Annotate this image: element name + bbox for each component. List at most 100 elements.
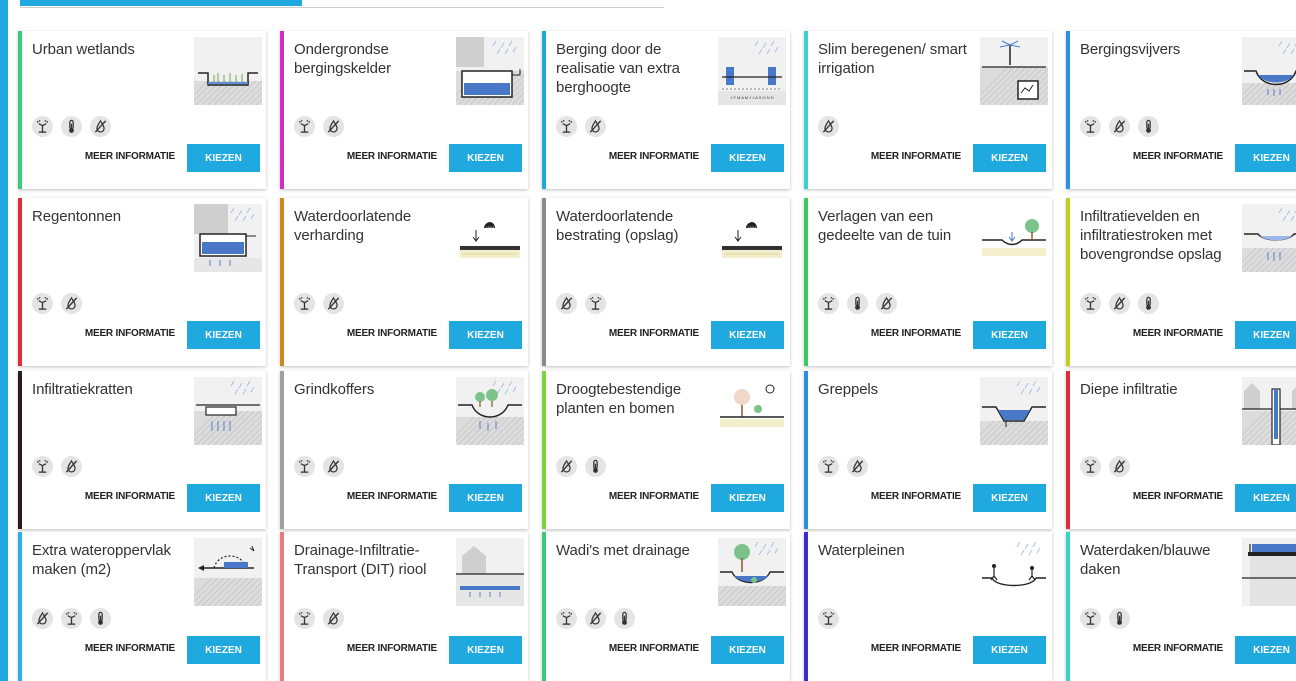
kiezen-button[interactable]: KIEZEN	[187, 144, 260, 172]
effect-icons	[818, 456, 868, 477]
card-title: Verlagen van een gedeelte van de tuin	[818, 208, 952, 244]
pond-illustration	[1242, 37, 1296, 105]
kiezen-button[interactable]: KIEZEN	[973, 321, 1046, 349]
kiezen-button[interactable]: KIEZEN	[973, 484, 1046, 512]
measure-card[interactable]: Extra wateroppervlak maken (m2) MEER INFO…	[18, 532, 266, 681]
kiezen-button[interactable]: KIEZEN	[711, 321, 784, 349]
measure-card[interactable]: Waterdaken/blauwe daken MEER INFORMATIE KI…	[1066, 532, 1296, 681]
measure-card[interactable]: Grindkoffers MEER INFORMATIE KIEZEN	[280, 371, 528, 529]
kiezen-button[interactable]: KIEZEN	[449, 636, 522, 664]
meer-informatie-link[interactable]: MEER INFORMATIE	[871, 151, 961, 162]
kiezen-button[interactable]: KIEZEN	[449, 321, 522, 349]
berghoogte-illustration: J F M A M J J A S O N D	[718, 37, 786, 105]
card-title: Regentonnen	[32, 208, 121, 225]
kiezen-button[interactable]: KIEZEN	[187, 321, 260, 349]
no-drought-icon	[323, 456, 344, 477]
measure-card[interactable]: Greppels MEER INFORMATIE KIEZEN	[804, 371, 1052, 529]
effect-icons	[556, 293, 606, 314]
sprinkler-icon	[1080, 608, 1101, 629]
measure-card[interactable]: Berging door de realisatie van extra ber…	[542, 31, 790, 189]
kiezen-button[interactable]: KIEZEN	[187, 636, 260, 664]
meer-informatie-link[interactable]: MEER INFORMATIE	[85, 328, 175, 339]
meer-informatie-link[interactable]: MEER INFORMATIE	[85, 151, 175, 162]
meer-informatie-link[interactable]: MEER INFORMATIE	[609, 643, 699, 654]
kiezen-button[interactable]: KIEZEN	[1235, 484, 1296, 512]
gravel-illustration	[456, 377, 524, 445]
measure-card[interactable]: Ondergrondse bergingskelder MEER INFORMAT…	[280, 31, 528, 189]
meer-informatie-link[interactable]: MEER INFORMATIE	[85, 643, 175, 654]
kiezen-button[interactable]: KIEZEN	[1235, 144, 1296, 172]
meer-informatie-link[interactable]: MEER INFORMATIE	[1133, 491, 1223, 502]
deep-infiltration-illustration	[1242, 377, 1296, 445]
tab-bar[interactable]	[20, 0, 664, 8]
card-title: Waterdoorlatende bestrating (opslag)	[556, 208, 679, 244]
measure-card[interactable]: Regentonnen MEER INFORMATIE KIEZEN	[18, 198, 266, 366]
effect-icons	[818, 116, 839, 137]
effect-icons	[1080, 608, 1130, 629]
card-title: Infiltratievelden en infiltratiestroken …	[1080, 208, 1222, 263]
kiezen-button[interactable]: KIEZEN	[973, 144, 1046, 172]
kiezen-button[interactable]: KIEZEN	[711, 484, 784, 512]
effect-icons	[556, 116, 606, 137]
effect-icons	[32, 608, 111, 629]
water-surface-illustration	[194, 538, 262, 606]
permeable-illustration: VVV	[718, 204, 786, 272]
measure-card[interactable]: Urban wetlands MEER INFORMATIE KIEZEN	[18, 31, 266, 189]
measure-card[interactable]: Waterpleinen MEER INFORMATIE KIEZEN	[804, 532, 1052, 681]
meer-informatie-link[interactable]: MEER INFORMATIE	[609, 328, 699, 339]
no-drought-icon	[847, 456, 868, 477]
measure-card[interactable]: Verlagen van een gedeelte van de tuin MEE…	[804, 198, 1052, 366]
measure-card[interactable]: Waterdoorlatende verharding VVV MEER INFOR…	[280, 198, 528, 366]
kiezen-button[interactable]: KIEZEN	[973, 636, 1046, 664]
card-title: Droogtebestendige planten en bomen	[556, 381, 682, 417]
meer-informatie-link[interactable]: MEER INFORMATIE	[871, 328, 961, 339]
wetland-illustration	[194, 37, 262, 105]
effect-icons	[294, 293, 344, 314]
measure-card[interactable]: Droogtebestendige planten en bomen MEER I…	[542, 371, 790, 529]
sprinkler-icon	[1080, 293, 1101, 314]
measure-card[interactable]: Infiltratievelden en infiltratiestroken …	[1066, 198, 1296, 366]
meer-informatie-link[interactable]: MEER INFORMATIE	[85, 491, 175, 502]
rain-barrel-illustration	[194, 204, 262, 272]
no-drought-icon	[1109, 456, 1130, 477]
kiezen-button[interactable]: KIEZEN	[1235, 636, 1296, 664]
kiezen-button[interactable]: KIEZEN	[187, 484, 260, 512]
no-drought-icon	[1109, 293, 1130, 314]
measure-card[interactable]: Drainage-Infiltratie-Transport (DIT) rio…	[280, 532, 528, 681]
measure-card[interactable]: Bergingsvijvers MEER INFORMATIE KIEZEN	[1066, 31, 1296, 189]
card-title: Waterdoorlatende verharding	[294, 208, 412, 244]
kiezen-button[interactable]: KIEZEN	[449, 144, 522, 172]
card-title: Berging door de realisatie van extra ber…	[556, 41, 680, 96]
effect-icons	[818, 608, 839, 629]
kiezen-button[interactable]: KIEZEN	[711, 144, 784, 172]
measure-card[interactable]: Diepe infiltratie MEER INFORMATIE KIEZEN	[1066, 371, 1296, 529]
no-drought-icon	[556, 293, 577, 314]
measure-card[interactable]: Wadi's met drainage MEER INFORMATIE KIEZEN	[542, 532, 790, 681]
meer-informatie-link[interactable]: MEER INFORMATIE	[1133, 151, 1223, 162]
effect-icons	[294, 116, 344, 137]
kiezen-button[interactable]: KIEZEN	[449, 484, 522, 512]
sprinkler-icon	[61, 608, 82, 629]
meer-informatie-link[interactable]: MEER INFORMATIE	[347, 491, 437, 502]
svg-text:VVV: VVV	[486, 225, 494, 230]
measure-card[interactable]: Slim beregenen/ smart irrigation MEER INF…	[804, 31, 1052, 189]
drought-plants-illustration	[718, 377, 786, 445]
meer-informatie-link[interactable]: MEER INFORMATIE	[347, 151, 437, 162]
meer-informatie-link[interactable]: MEER INFORMATIE	[609, 491, 699, 502]
measure-card[interactable]: Infiltratiekratten MEER INFORMATIE KIEZEN	[18, 371, 266, 529]
meer-informatie-link[interactable]: MEER INFORMATIE	[871, 643, 961, 654]
sprinkler-icon	[294, 608, 315, 629]
meer-informatie-link[interactable]: MEER INFORMATIE	[1133, 328, 1223, 339]
meer-informatie-link[interactable]: MEER INFORMATIE	[1133, 643, 1223, 654]
active-tab-indicator[interactable]	[20, 0, 302, 6]
meer-informatie-link[interactable]: MEER INFORMATIE	[609, 151, 699, 162]
kiezen-button[interactable]: KIEZEN	[1235, 321, 1296, 349]
card-title: Slim beregenen/ smart irrigation	[818, 41, 967, 77]
meer-informatie-link[interactable]: MEER INFORMATIE	[347, 643, 437, 654]
thermometer-icon	[1138, 293, 1159, 314]
meer-informatie-link[interactable]: MEER INFORMATIE	[871, 491, 961, 502]
no-drought-icon	[818, 116, 839, 137]
kiezen-button[interactable]: KIEZEN	[711, 636, 784, 664]
meer-informatie-link[interactable]: MEER INFORMATIE	[347, 328, 437, 339]
measure-card[interactable]: Waterdoorlatende bestrating (opslag) VVV M…	[542, 198, 790, 366]
